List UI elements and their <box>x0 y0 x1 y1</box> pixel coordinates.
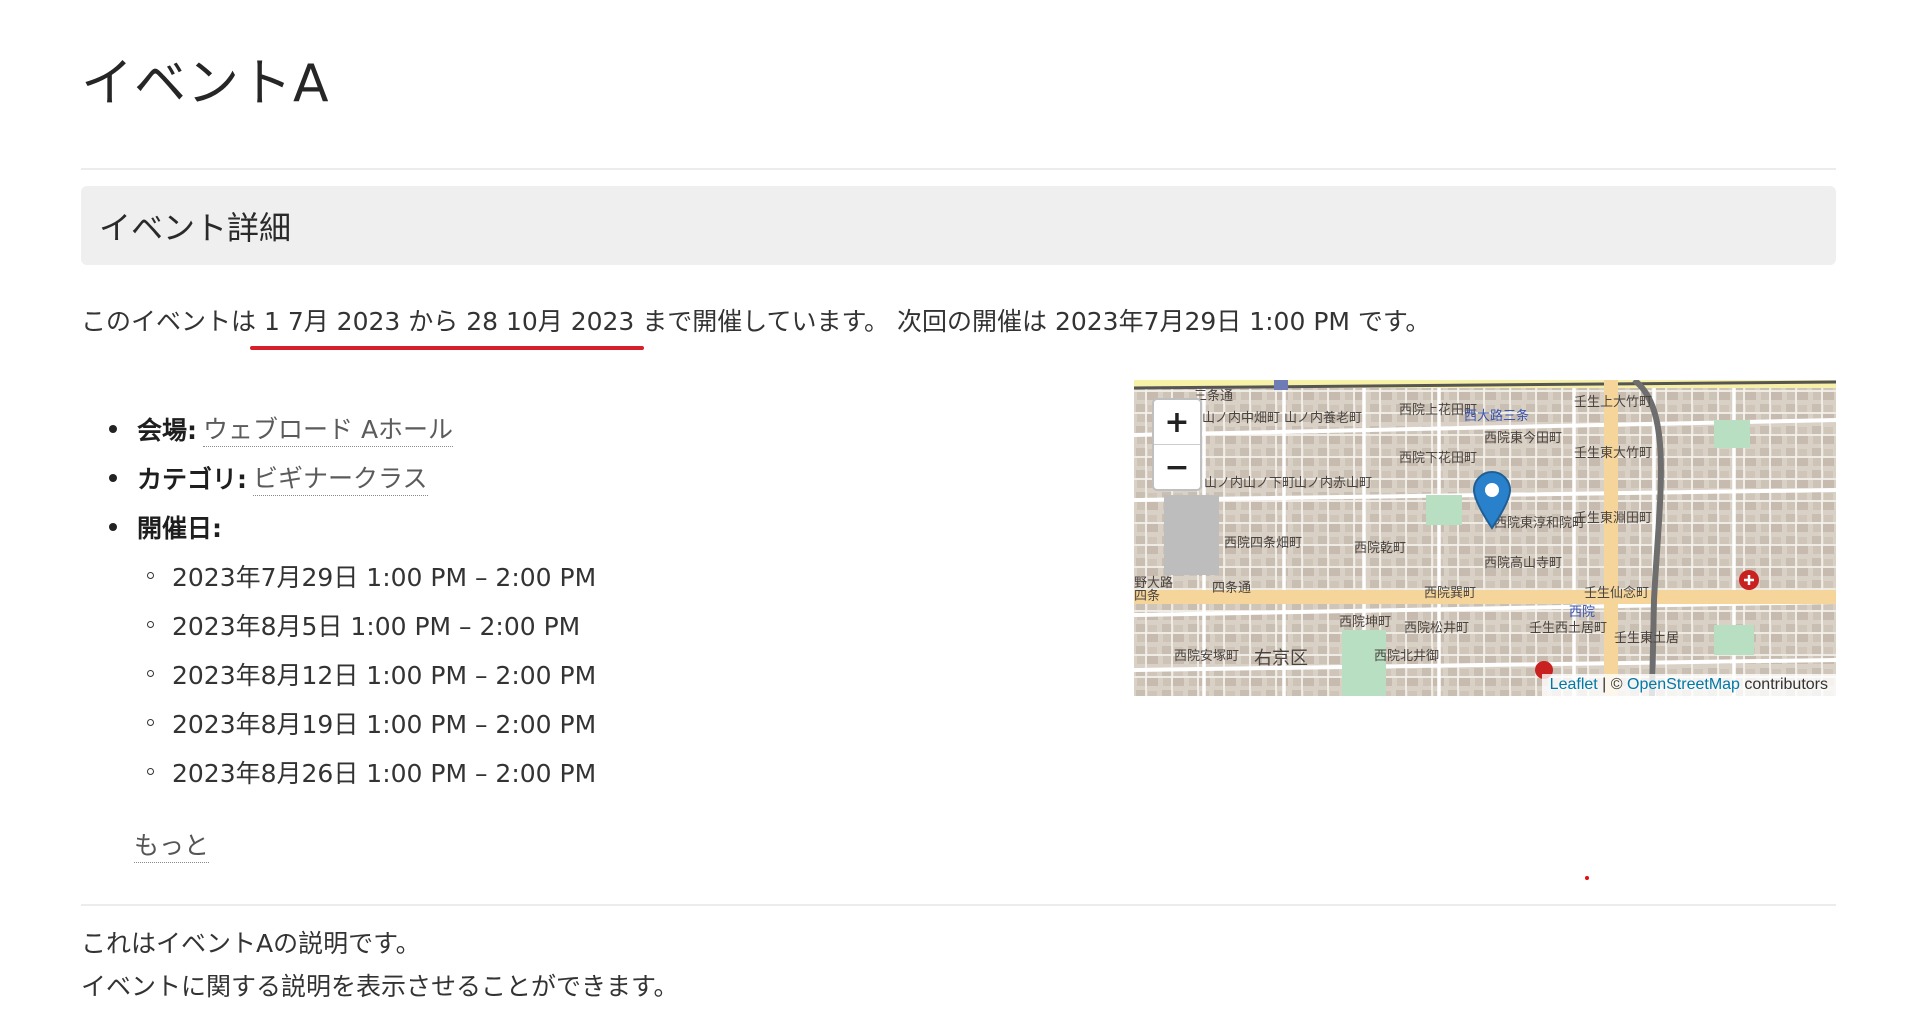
map-label: 西院松井町 <box>1404 621 1469 636</box>
map-label: 西院坤町 <box>1339 615 1391 630</box>
map-label: 西院四条畑町 <box>1224 535 1302 551</box>
bullet-icon <box>109 473 117 482</box>
date-item: 2023年8月19日 1:00 PM – 2:00 PM <box>147 698 596 747</box>
date-text: 2023年8月5日 1:00 PM – 2:00 PM <box>172 611 581 641</box>
circle-bullet-icon <box>147 572 154 579</box>
description-line: イベントに関する説明を表示させることができます。 <box>81 972 679 1001</box>
map-label: 山ノ内中畑町 <box>1202 410 1280 426</box>
page: イベントA イベント詳細 このイベントは 1 7月 2023 から 28 10月… <box>81 0 1836 1017</box>
description-line: これはイベントAの説明です。 <box>81 929 421 958</box>
map-label: 山ノ内養老町 <box>1284 410 1362 426</box>
openstreetmap-link[interactable]: OpenStreetMap <box>1627 676 1740 693</box>
attribution-suffix: contributors <box>1739 676 1828 693</box>
venue-row: 会場: ウェブロード Aホール <box>109 404 596 453</box>
zoom-control: + − <box>1152 398 1202 491</box>
map-attribution: Leaflet | © OpenStreetMap contributors <box>1541 674 1836 696</box>
bullet-icon <box>109 424 117 433</box>
page-title: イベントA <box>81 54 330 114</box>
date-item: 2023年8月12日 1:00 PM – 2:00 PM <box>147 649 596 698</box>
circle-bullet-icon <box>147 719 154 726</box>
category-row: カテゴリ: ビギナークラス <box>109 453 596 502</box>
category-label: カテゴリ: <box>137 464 247 494</box>
event-info-list: 会場: ウェブロード Aホール カテゴリ: ビギナークラス 開催日: 2023年… <box>109 404 596 796</box>
map-label: 西院高山寺町 <box>1484 555 1562 571</box>
decorative-dot <box>1585 876 1589 880</box>
venue-link[interactable]: ウェブロード Aホール <box>203 410 454 447</box>
date-item: 2023年8月5日 1:00 PM – 2:00 PM <box>147 600 596 649</box>
summary-suffix: まで開催しています。 次回の開催は 2023年7月29日 1:00 PM です。 <box>642 307 1431 336</box>
divider <box>81 904 1836 906</box>
dates-row: 開催日: <box>109 502 596 551</box>
circle-bullet-icon <box>147 621 154 628</box>
map-tiles[interactable]: 三条通山ノ内中畑町 山ノ内養老町西院上花田町西大路三条壬生上大竹町西院東今田町西院… <box>1134 380 1836 696</box>
event-map[interactable]: 三条通 山ノ内中畑町 山ノ内養老町 西院上花田町 西大路三条 壬生上大竹町 西院東今田町 西院… <box>1134 380 1836 696</box>
date-item: 2023年7月29日 1:00 PM – 2:00 PM <box>147 551 596 600</box>
map-label: 西院東今田町 <box>1484 430 1562 446</box>
event-description: これはイベントAの説明です。 イベントに関する説明を表示させることができます。 <box>81 922 679 1008</box>
map-label: 西院北井御 <box>1374 649 1439 664</box>
date-text: 2023年8月26日 1:00 PM – 2:00 PM <box>172 758 597 788</box>
map-label: 壬生西土居町 <box>1529 621 1607 636</box>
date-item: 2023年8月26日 1:00 PM – 2:00 PM <box>147 747 596 796</box>
dates-label: 開催日: <box>137 513 222 543</box>
map-pin-icon[interactable] <box>1471 470 1513 530</box>
category-link[interactable]: ビギナークラス <box>253 459 428 496</box>
map-label: 四条通 <box>1212 580 1251 596</box>
map-label: 西院安塚町 <box>1174 649 1239 664</box>
details-heading: イベント詳細 <box>99 208 292 247</box>
date-range: 1 7月 2023 から 28 10月 2023 <box>249 302 645 350</box>
event-summary: このイベントは 1 7月 2023 から 28 10月 2023 まで開催してい… <box>81 302 1431 350</box>
details-header: イベント詳細 <box>81 186 1836 265</box>
bullet-icon <box>109 522 117 531</box>
more-link[interactable]: もっと <box>134 826 210 863</box>
map-label: 西院巽町 <box>1424 586 1476 601</box>
map-label: 西院乾町 <box>1354 541 1406 556</box>
date-text: 2023年7月29日 1:00 PM – 2:00 PM <box>172 562 597 592</box>
divider <box>81 168 1836 170</box>
map-label: 壬生上大竹町 <box>1574 395 1652 410</box>
map-label: 壬生仙念町 <box>1584 585 1649 601</box>
dates-list: 2023年7月29日 1:00 PM – 2:00 PM 2023年8月5日 1… <box>109 551 596 796</box>
map-label: 右京区 <box>1254 648 1308 669</box>
map-label: 壬生東土居 <box>1614 630 1679 646</box>
attribution-separator: | © <box>1597 676 1627 693</box>
map-label: 西大路三条 <box>1464 408 1529 424</box>
venue-label: 会場: <box>137 415 197 445</box>
map-label: 壬生東大竹町 <box>1574 445 1652 461</box>
map-label: 山ノ内山ノ下町 <box>1204 475 1295 491</box>
circle-bullet-icon <box>147 768 154 775</box>
zoom-out-button[interactable]: − <box>1154 444 1200 489</box>
map-label: 西院下花田町 <box>1399 450 1477 466</box>
date-text: 2023年8月12日 1:00 PM – 2:00 PM <box>172 660 597 690</box>
map-label: 壬生東淵田町 <box>1574 510 1652 526</box>
map-label: 西院 <box>1569 605 1595 620</box>
summary-prefix: このイベントは <box>81 307 257 336</box>
zoom-in-button[interactable]: + <box>1154 400 1200 444</box>
date-text: 2023年8月19日 1:00 PM – 2:00 PM <box>172 709 597 739</box>
map-label: 山ノ内赤山町 <box>1294 475 1372 491</box>
map-label: 四条 <box>1134 588 1160 604</box>
leaflet-link[interactable]: Leaflet <box>1550 676 1598 693</box>
circle-bullet-icon <box>147 670 154 677</box>
